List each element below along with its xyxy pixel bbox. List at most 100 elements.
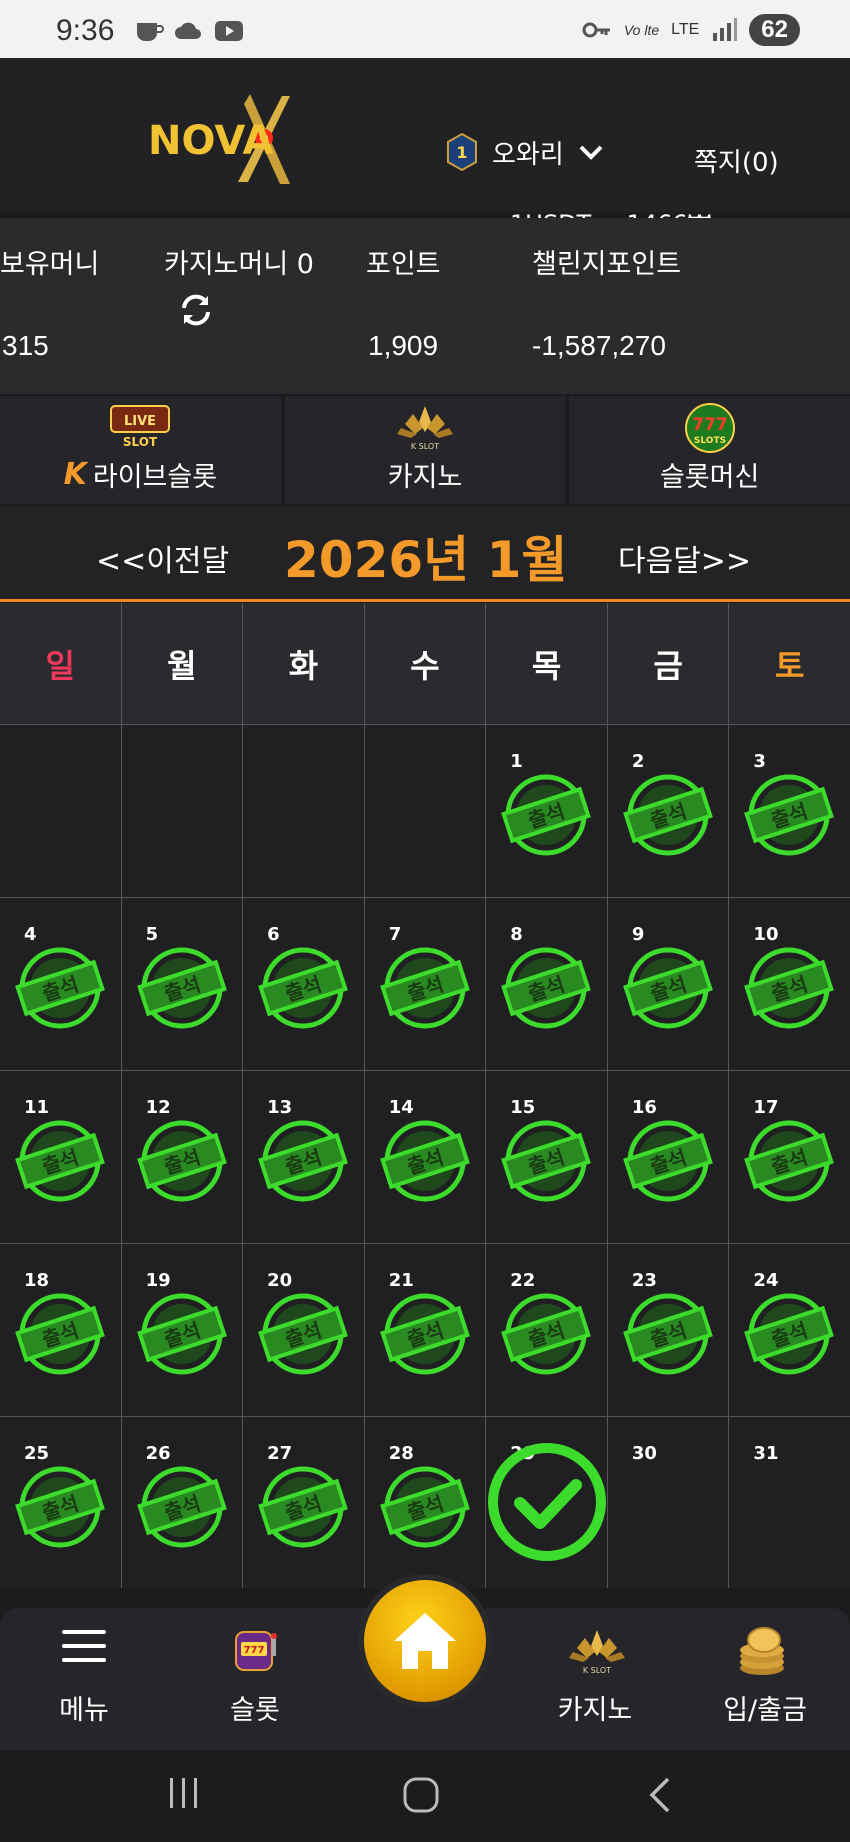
calendar-day-cell[interactable]: 24 출석 [729, 1244, 850, 1416]
battery-indicator: 62 [749, 14, 800, 46]
calendar-day-cell[interactable]: 27 출석 [243, 1417, 364, 1589]
balance-value-money: 315 [2, 330, 49, 361]
calendar-day-cell[interactable]: 29 [486, 1417, 607, 1589]
k-badge-icon: K [63, 457, 87, 492]
calendar-day-cell [243, 725, 364, 897]
calendar-day-cell[interactable]: 15 출석 [486, 1071, 607, 1243]
calendar-day-cell[interactable]: 26 출석 [121, 1417, 243, 1589]
home-icon [394, 1613, 456, 1669]
calendar-day-cell[interactable]: 1 출석 [486, 725, 607, 897]
back-icon[interactable] [646, 1776, 674, 1814]
balance-label-money: 보유머니 [0, 249, 100, 280]
calendar-day-cell[interactable]: 9 출석 [607, 898, 729, 1070]
user-dropdown[interactable]: 1 오와리 [446, 132, 604, 172]
recent-apps-icon[interactable] [166, 1776, 202, 1810]
attendance-stamp-icon: 출석 [258, 1466, 349, 1548]
attendance-stamp-icon: 출석 [622, 1120, 713, 1202]
coffee-icon [137, 23, 164, 41]
balance-label-points: 포인트 [366, 249, 441, 280]
attendance-stamp-icon: 출석 [744, 1293, 835, 1375]
tab-slot-machine-label: 슬롯머신 [659, 462, 760, 493]
calendar-day-cell[interactable]: 14 출석 [364, 1071, 486, 1243]
menu-icon [62, 1630, 106, 1662]
month-title: 2026년 1월 [284, 531, 568, 589]
calendar-day-cell[interactable]: 23 출석 [607, 1244, 729, 1416]
refresh-icon[interactable] [178, 292, 214, 328]
tab-live-slot[interactable]: LIVE SLOT K 라이브슬롯 [0, 396, 281, 504]
weekday-tue: 화 [243, 603, 364, 724]
calendar-day-cell[interactable]: 16 출석 [607, 1071, 729, 1243]
nav-slot-label: 슬롯 [230, 1695, 280, 1726]
status-time: 9:36 [56, 14, 115, 47]
attendance-stamp-icon: 출석 [501, 774, 592, 856]
calendar-day-cell[interactable]: 20 출석 [243, 1244, 364, 1416]
calendar-day-cell[interactable]: 19 출석 [121, 1244, 243, 1416]
cloud-icon [175, 22, 201, 39]
calendar-week-row: 25 출석 26 출석 27 출석 28 출석 29 30 31 [0, 1417, 850, 1589]
calendar-day-cell[interactable]: 21 출석 [364, 1244, 486, 1416]
messages-link[interactable]: 쪽지(0) [694, 142, 779, 179]
calendar-day-cell[interactable]: 13 출석 [243, 1071, 364, 1243]
weekday-sun: 일 [0, 603, 121, 724]
attendance-stamp-icon: 출석 [744, 947, 835, 1029]
game-category-tabs: LIVE SLOT K 라이브슬롯 K SLOT 카지노 777 SLOTS 슬… [0, 396, 850, 504]
attendance-stamp-icon: 출석 [136, 1466, 227, 1548]
calendar-day-cell[interactable]: 25 출석 [0, 1417, 121, 1589]
home-button[interactable] [358, 1574, 492, 1708]
calendar-day-cell[interactable]: 28 출석 [364, 1417, 486, 1589]
home-system-icon[interactable] [402, 1776, 440, 1814]
balance-value-points: 1,909 [368, 330, 439, 361]
coins-icon [740, 1627, 784, 1675]
calendar-day-cell[interactable]: 4 출석 [0, 898, 121, 1070]
app-header: NOVA 1 오와리 쪽지(0) 1USDT = 1466₩ [0, 58, 850, 238]
balance-value-challenge: -1,587,270 [532, 330, 666, 361]
svg-text:777: 777 [692, 415, 728, 435]
weekday-thu: 목 [486, 603, 607, 724]
attendance-stamp-icon: 출석 [15, 1293, 105, 1375]
calendar-day-cell[interactable]: 30 [607, 1417, 729, 1589]
attendance-stamp-icon: 출석 [744, 774, 835, 856]
calendar-day-cell[interactable]: 12 출석 [121, 1071, 243, 1243]
calendar-day-cell[interactable]: 17 출석 [729, 1071, 850, 1243]
calendar-day-cell [364, 725, 486, 897]
calendar-day-cell[interactable]: 2 출석 [607, 725, 729, 897]
nova-logo[interactable]: NOVA [140, 88, 320, 188]
svg-text:SLOT: SLOT [123, 435, 158, 449]
attendance-stamp-icon: 출석 [379, 1293, 470, 1375]
calendar-day-cell[interactable]: 3 출석 [729, 725, 850, 897]
calendar-day-cell[interactable]: 18 출석 [0, 1244, 121, 1416]
attendance-stamp-icon: 출석 [15, 947, 105, 1029]
calendar-day-cell[interactable]: 11 출석 [0, 1071, 121, 1243]
system-navigation-bar [0, 1750, 850, 1842]
777-slots-icon: 777 SLOTS [684, 403, 735, 453]
calendar-day-cell[interactable]: 8 출석 [486, 898, 607, 1070]
attendance-stamp-icon: 출석 [622, 774, 713, 856]
calendar-day-cell[interactable]: 6 출석 [243, 898, 364, 1070]
slot-machine-icon: 777 [235, 1631, 277, 1671]
calendar-week-row: 18 출석 19 출석 20 출석 21 출석 22 출석 23 출석 24 출석 [0, 1244, 850, 1416]
day-number: 31 [753, 1443, 779, 1464]
attendance-stamp-icon: 출석 [258, 947, 349, 1029]
day-number: 30 [631, 1443, 657, 1464]
weekday-fri: 금 [607, 603, 729, 724]
next-month-button[interactable]: 다음달>> [618, 536, 751, 580]
attendance-stamp-icon: 출석 [379, 1466, 470, 1548]
calendar-day-cell[interactable]: 22 출석 [486, 1244, 607, 1416]
calendar-day-cell[interactable]: 31 [729, 1417, 850, 1589]
tab-casino[interactable]: K SLOT 카지노 [284, 396, 566, 504]
calendar-day-cell[interactable]: 7 출석 [364, 898, 486, 1070]
attendance-stamp-icon: 출석 [136, 1120, 227, 1202]
chevron-down-icon [579, 145, 603, 160]
prev-month-button[interactable]: <<이전달 [96, 536, 229, 580]
checkmark-icon [488, 1443, 607, 1561]
balance-label-challenge: 챌린지포인트 [532, 249, 682, 280]
balance-label-casino: 카지노머니 0 [164, 249, 314, 280]
attendance-stamp-icon: 출석 [501, 1293, 592, 1375]
attendance-calendar: 일 월 화 수 목 금 토 1 출석 2 출석 3 출석 4 출석 5 출석 6 출석 7 출석 8 출석 9 출… [0, 603, 850, 1589]
attendance-stamp-icon: 출석 [379, 1120, 470, 1202]
tab-slot-machine[interactable]: 777 SLOTS 슬롯머신 [569, 396, 850, 504]
month-navigation: <<이전달 2026년 1월 다음달>> [0, 506, 850, 602]
calendar-day-cell[interactable]: 10 출석 [729, 898, 850, 1070]
svg-text:K SLOT: K SLOT [583, 1666, 611, 1675]
calendar-day-cell[interactable]: 5 출석 [121, 898, 243, 1070]
